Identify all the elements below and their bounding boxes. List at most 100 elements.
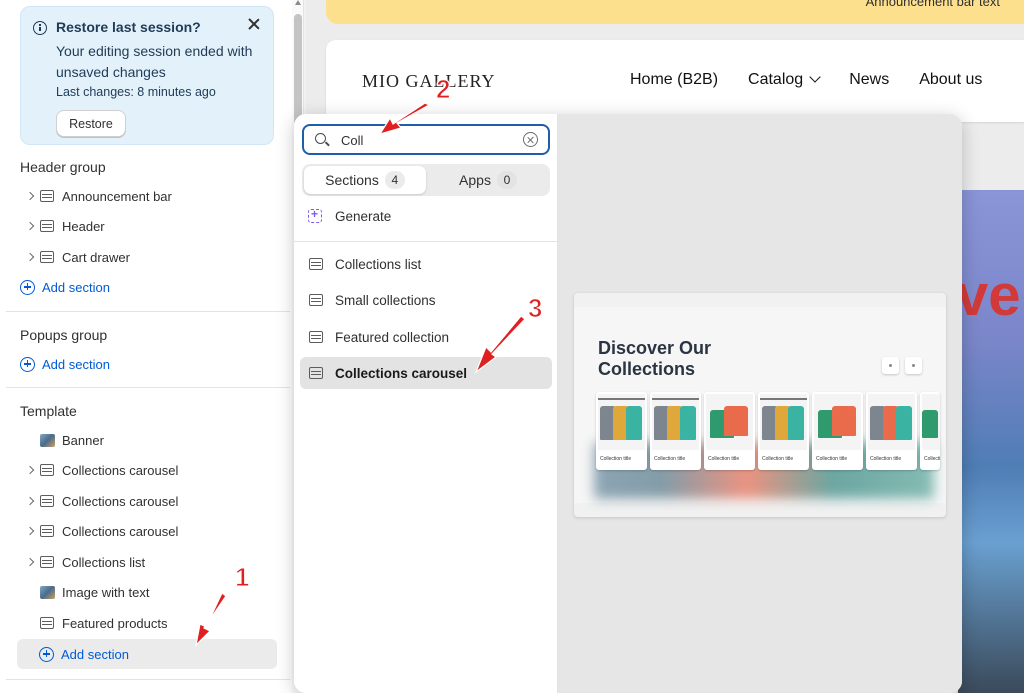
section-list-panel: Sections 4 Apps 0 Generate Collections l… [294,114,558,693]
section-icon [40,495,54,507]
banner-body: Your editing session ended with unsaved … [56,43,253,80]
sidebar-item-label: Image with text [62,584,150,600]
restore-button[interactable]: Restore [56,110,126,137]
collection-tile: Collection title [596,392,647,470]
nav-catalog-label: Catalog [748,71,804,88]
collection-tile: Collection title [704,392,755,470]
store-logo: MIO GALLERY [362,71,496,91]
popups-group-add-section[interactable]: Add section [20,350,276,378]
banner-last-changes: Last changes: 8 minutes ago [56,85,216,99]
close-icon[interactable] [245,15,263,33]
add-circle-icon [20,356,35,372]
section-icon [40,220,54,232]
tab-sections[interactable]: Sections 4 [304,166,426,194]
sidebar-item-collections-carousel[interactable]: Collections carousel [20,487,276,515]
preview-announcement-bar[interactable]: Announcement bar text [326,0,1024,24]
sidebar-item-banner[interactable]: Banner [20,426,276,454]
add-circle-icon [39,646,54,662]
tile-caption: Collection title [924,456,940,462]
tile-caption: Collection title [708,456,740,462]
nav-about[interactable]: About us [919,71,982,89]
chevron-right-icon[interactable] [20,221,40,231]
sparkle-icon [308,207,323,224]
collection-tile: Collection title [758,392,809,470]
collection-tile: Collection title [650,392,701,470]
sidebar-item-label: Featured products [62,615,168,631]
restore-session-banner: Restore last session? Your editing sessi… [20,6,274,145]
section-icon [40,464,54,476]
result-label: Featured collection [335,329,450,345]
image-icon [40,433,55,447]
section-preview-card: Discover Our Collections Collection titl… [574,293,946,517]
sidebar-item-collections-carousel[interactable]: Collections carousel [20,517,276,545]
chevron-right-icon[interactable] [20,557,40,567]
header-group-add-section[interactable]: Add section [20,273,276,301]
sidebar-item-collections-carousel[interactable]: Collections carousel [20,456,276,484]
chevron-right-icon[interactable] [20,496,40,506]
section-search-box[interactable] [302,124,550,155]
section-preview-panel: Discover Our Collections Collection titl… [558,114,962,693]
tab-label: Sections [325,172,379,188]
template-title: Template [20,403,77,419]
preview-store-header[interactable]: MIO GALLERY Home (B2B) Catalog News Abou… [326,40,1024,122]
prev-arrow-icon [882,357,899,374]
annotation-number-1: 1 [234,562,250,593]
search-icon [315,133,326,144]
nav-catalog[interactable]: Catalog [748,71,821,89]
tab-apps[interactable]: Apps 0 [428,166,548,194]
section-icon [309,294,323,306]
banner-title: Restore last session? [56,19,201,35]
nav-news[interactable]: News [849,71,889,89]
sidebar-item-header[interactable]: Header [20,212,276,240]
section-icon [40,190,54,202]
chevron-right-icon[interactable] [20,191,40,201]
chevron-right-icon[interactable] [20,465,40,475]
generate-button[interactable]: Generate [308,207,392,224]
tile-caption: Collection title [600,456,632,462]
chevron-right-icon[interactable] [20,526,40,536]
sidebar-item-featured-products[interactable]: Featured products [20,609,276,637]
count-badge: 4 [384,171,405,189]
add-section-label: Add section [42,279,110,295]
result-small-collections[interactable]: Small collections [300,284,552,316]
section-icon [40,617,54,629]
sidebar-item-label: Collections carousel [62,493,179,509]
template-add-section-button[interactable]: Add section [17,639,277,669]
collection-tile: Collection title [866,392,917,470]
section-icon [309,367,323,379]
scroll-up-arrow-icon[interactable] [295,0,301,5]
sidebar-item-cart-drawer[interactable]: Cart drawer [20,243,276,271]
count-badge: 0 [496,171,517,189]
tile-caption: Collection title [762,456,794,462]
add-section-popover: Sections 4 Apps 0 Generate Collections l… [294,114,962,693]
section-icon [40,556,54,568]
annotation-number-3: 3 [527,293,543,324]
sidebar-item-label: Cart drawer [62,249,130,265]
preview-card-title: Discover Our Collections [598,338,712,379]
nav-home[interactable]: Home (B2B) [630,71,718,89]
add-circle-icon [20,279,35,295]
hero-heading: ve [956,263,1021,328]
tile-caption: Collection title [654,456,686,462]
sidebar-item-label: Collections list [62,554,146,570]
divider [6,311,290,312]
result-featured-collection[interactable]: Featured collection [300,321,552,353]
section-type-tabs: Sections 4 Apps 0 [302,164,550,196]
generate-label: Generate [335,209,392,224]
next-arrow-icon [905,357,922,374]
result-collections-carousel[interactable]: Collections carousel [300,357,552,389]
sidebar-item-announcement-bar[interactable]: Announcement bar [20,182,276,210]
chevron-right-icon[interactable] [20,252,40,262]
add-section-label: Add section [61,646,129,662]
result-label: Collections carousel [335,365,468,381]
clear-search-icon[interactable] [523,132,538,147]
popups-group-title: Popups group [20,327,108,343]
tab-label: Apps [459,172,491,188]
preview-carousel-arrows [882,357,922,374]
section-search-input[interactable] [341,131,511,149]
chevron-down-icon [809,71,821,83]
result-label: Small collections [335,292,436,308]
sidebar-item-label: Announcement bar [62,188,172,204]
add-section-label: Add section [42,356,110,372]
result-collections-list[interactable]: Collections list [300,248,552,280]
